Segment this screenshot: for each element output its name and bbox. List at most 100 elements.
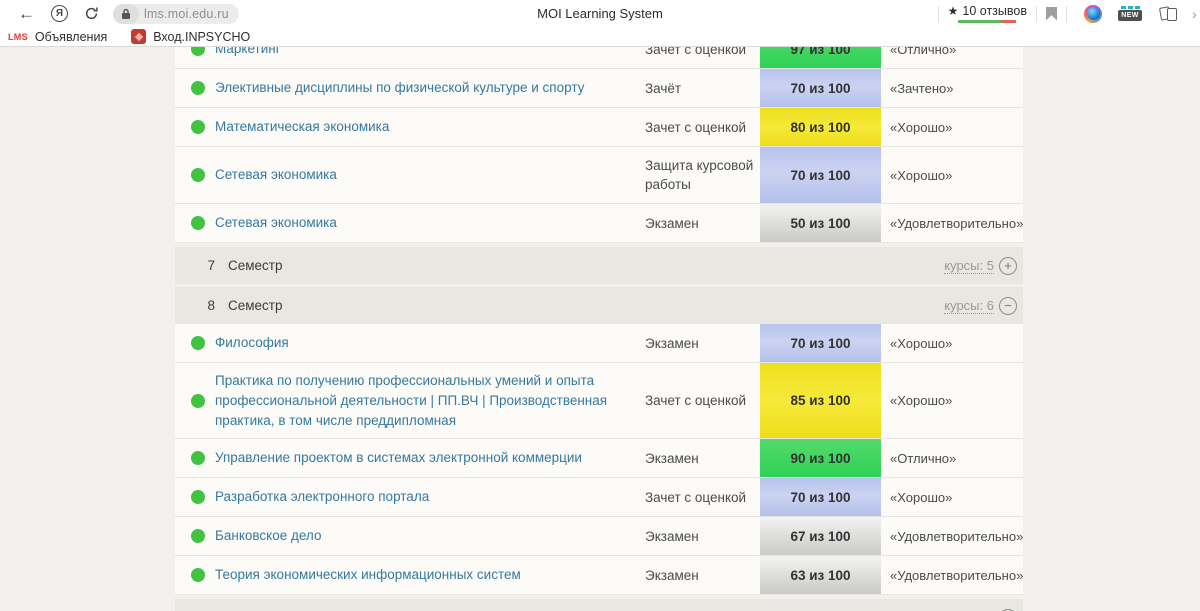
course-status-icon [191,529,205,543]
course-grade: «Хорошо» [881,393,1023,408]
divider [938,6,939,22]
course-type: Защита курсовой работы [645,156,760,194]
course-grade: «Хорошо» [881,336,1023,351]
course-name-link[interactable]: Разработка электронного портала [215,489,429,504]
course-type: Экзамен [645,527,760,546]
course-status-icon [191,81,205,95]
course-grade: «Удовлетворительно» [881,529,1023,544]
browser-logo-icon[interactable] [1084,5,1102,23]
overflow-chevron-icon[interactable]: › [1192,6,1200,22]
course-score: 97 из 100 [760,47,881,68]
course-score: 70 из 100 [760,324,881,362]
course-grade: «Удовлетворительно» [881,568,1023,583]
grades-page: Маркетинг Зачет с оценкой 97 из 100 «Отл… [0,47,1200,611]
semester-row: 9 Семестр (текущий) курсы: + [175,599,1023,611]
bookmark-announcements[interactable]: LMS Объявления [8,30,107,44]
expand-icon[interactable]: + [999,257,1017,275]
course-name-link[interactable]: Сетевая экономика [215,215,337,230]
reviews-rating[interactable]: ★ 10 отзывов [948,4,1027,23]
semester-number: 8 [201,298,215,313]
course-type: Зачет с оценкой [645,488,760,507]
course-status-icon [191,168,205,182]
course-row: Практика по получению профессиональных у… [175,363,1023,439]
course-status-icon [191,451,205,465]
course-status-icon [191,216,205,230]
course-score: 70 из 100 [760,147,881,203]
course-name-link[interactable]: Элективные дисциплины по физической куль… [215,80,584,95]
course-name-link[interactable]: Маркетинг [215,47,281,56]
back-button[interactable]: ← [18,5,35,22]
lock-icon[interactable] [113,4,139,24]
browser-toolbar: ← Я lms.moi.edu.ru MOI Learning System ★… [0,0,1200,27]
course-status-icon [191,120,205,134]
course-row: Банковское дело Экзамен 67 из 100 «Удовл… [175,517,1023,556]
divider [1036,6,1037,22]
semester-label: Семестр [228,298,283,313]
course-name-link[interactable]: Теория экономических информационных сист… [215,567,521,582]
course-row: Управление проектом в системах электронн… [175,439,1023,478]
course-type: Экзамен [645,334,760,353]
semester-label: Семестр [228,258,283,273]
lms-favicon: LMS [8,32,28,42]
collections-icon[interactable] [1160,6,1180,22]
course-row: Сетевая экономика Защита курсовой работы… [175,147,1023,204]
bookmark-inpsycho[interactable]: Вход.INPSYCHO [131,29,250,44]
semester-row: 7 Семестр курсы: 5 + [175,247,1023,284]
course-score: 50 из 100 [760,204,881,242]
courses-count-link[interactable]: курсы: 5 [944,258,994,274]
collapse-icon[interactable]: − [999,297,1017,315]
course-grade: «Хорошо» [881,120,1023,135]
course-name-link[interactable]: Сетевая экономика [215,167,337,182]
divider [1066,6,1067,22]
course-score: 70 из 100 [760,69,881,107]
course-status-icon [191,336,205,350]
course-row: Маркетинг Зачет с оценкой 97 из 100 «Отл… [175,47,1023,69]
course-row: Сетевая экономика Экзамен 50 из 100 «Удо… [175,204,1023,243]
course-score: 80 из 100 [760,108,881,146]
course-type: Зачет с оценкой [645,118,760,137]
course-row: Элективные дисциплины по физической куль… [175,69,1023,108]
course-type: Зачет с оценкой [645,391,760,410]
course-score: 85 из 100 [760,363,881,438]
course-row: Математическая экономика Зачет с оценкой… [175,108,1023,147]
course-status-icon [191,490,205,504]
course-grade: «Удовлетворительно» [881,216,1023,231]
rating-bar [958,20,1016,23]
address-bar[interactable]: lms.moi.edu.ru [113,4,239,24]
course-grade: «Отлично» [881,451,1023,466]
course-grade: «Отлично» [881,47,1023,57]
new-feature-icon[interactable]: NEW [1118,6,1142,21]
course-type: Экзамен [645,566,760,585]
course-type: Зачёт [645,79,760,98]
refresh-button[interactable] [84,6,99,21]
url-text: lms.moi.edu.ru [144,7,229,21]
bookmarks-bar: LMS Объявления Вход.INPSYCHO [0,27,1200,47]
course-status-icon [191,394,205,408]
course-name-link[interactable]: Банковское дело [215,528,321,543]
semester-row: 8 Семестр курсы: 6 − [175,287,1023,324]
course-score: 70 из 100 [760,478,881,516]
course-name-link[interactable]: Философия [215,335,289,350]
refresh-icon [84,6,99,21]
course-row: Теория экономических информационных сист… [175,556,1023,595]
course-row: Разработка электронного портала Зачет с … [175,478,1023,517]
course-name-link[interactable]: Практика по получению профессиональных у… [215,373,607,428]
course-status-icon [191,47,205,56]
course-type: Зачет с оценкой [645,47,760,59]
course-status-icon [191,568,205,582]
course-type: Экзамен [645,214,760,233]
course-name-link[interactable]: Математическая экономика [215,119,389,134]
course-grade: «Хорошо» [881,490,1023,505]
star-icon: ★ [948,4,959,18]
courses-count-link[interactable]: курсы: 6 [944,298,994,314]
course-name-link[interactable]: Управление проектом в системах электронн… [215,450,582,465]
emblem-favicon [131,29,146,44]
semester-number: 7 [201,258,215,273]
bookmark-flag-icon[interactable] [1046,7,1057,21]
course-score: 63 из 100 [760,556,881,594]
yandex-icon[interactable]: Я [51,5,68,22]
course-score: 67 из 100 [760,517,881,555]
course-type: Экзамен [645,449,760,468]
course-grade: «Хорошо» [881,168,1023,183]
course-score: 90 из 100 [760,439,881,477]
